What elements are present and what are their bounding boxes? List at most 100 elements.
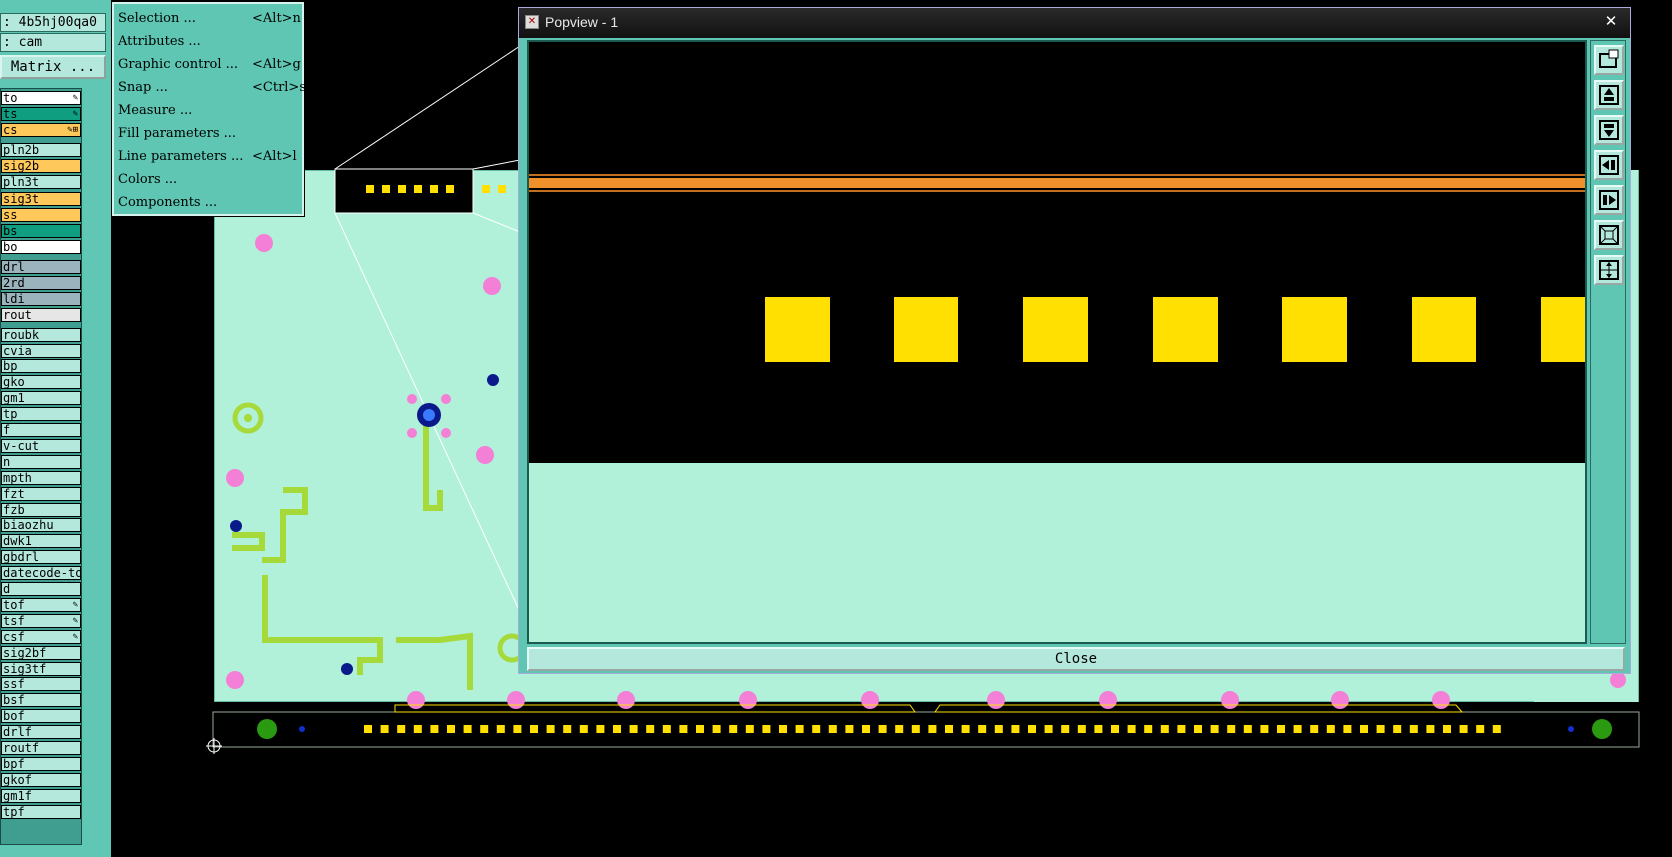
zoomed-board-area	[529, 463, 1585, 642]
edge-pad	[1426, 725, 1435, 733]
edge-pad	[712, 725, 721, 733]
menu-item-snap[interactable]: Snap ... <Ctrl>s	[118, 77, 306, 99]
popview-canvas[interactable]	[527, 40, 1587, 644]
edge-pad	[1044, 725, 1053, 733]
menu-item-selection[interactable]: Selection ... <Alt>n	[118, 8, 301, 30]
menu-item-line-parameters[interactable]: Line parameters ... <Alt>l	[118, 146, 300, 168]
edge-pad	[1443, 725, 1451, 733]
edge-pad	[447, 725, 455, 733]
menu-item-measure[interactable]: Measure ...	[118, 100, 300, 122]
edge-hole-right	[1592, 719, 1612, 739]
edge-pad	[895, 725, 904, 733]
edge-pad	[696, 725, 704, 733]
edge-pad	[1127, 725, 1136, 733]
edge-pad	[1459, 725, 1468, 733]
edge-pad	[413, 725, 422, 733]
popview-window: ✕ Popview - 1 ✕ Close	[518, 7, 1631, 674]
edge-pad	[1094, 725, 1103, 733]
edge-pad	[1492, 725, 1501, 733]
edge-pad	[1393, 725, 1402, 733]
edge-pad	[1343, 725, 1352, 733]
edge-pad	[1144, 725, 1153, 733]
menu-item-attributes[interactable]: Attributes ...	[118, 31, 300, 53]
edge-pad	[1077, 725, 1086, 733]
edge-pad	[397, 725, 406, 733]
edge-pad	[1476, 725, 1485, 733]
edge-pad	[1293, 725, 1302, 733]
zoom-fit-icon[interactable]	[1594, 220, 1624, 250]
zoomed-graphics	[529, 42, 1585, 642]
close-window-icon[interactable]: ✕	[1597, 11, 1625, 31]
zoom-line-mid2	[472, 212, 521, 233]
edge-pad	[828, 725, 837, 733]
window-app-icon: ✕	[525, 15, 539, 29]
edge-pad	[646, 725, 655, 733]
menu-item-fill-parameters[interactable]: Fill parameters ...	[118, 123, 300, 145]
edge-pad	[745, 725, 754, 733]
popview-toolbar	[1590, 40, 1626, 644]
zoom-line-top	[334, 45, 521, 170]
edge-pad	[380, 725, 389, 733]
edge-pad	[496, 725, 505, 733]
popview-title: Popview - 1	[545, 14, 619, 30]
edge-pad	[1376, 725, 1385, 733]
edge-pad	[1360, 725, 1368, 733]
edge-pad	[546, 725, 555, 733]
edge-pad	[1194, 725, 1202, 733]
edge-pad	[978, 725, 987, 733]
edge-pad	[1177, 725, 1186, 733]
zoom-line-mid	[472, 159, 521, 170]
edge-pad	[530, 725, 538, 733]
edge-pad	[1160, 725, 1169, 733]
edge-pad	[596, 725, 605, 733]
edge-pad	[563, 725, 572, 733]
edge-pad	[613, 725, 621, 733]
edge-pad	[1243, 725, 1252, 733]
edge-pad	[1326, 725, 1335, 733]
edge-pad	[945, 725, 953, 733]
source-pads	[366, 185, 506, 193]
edge-pad	[795, 725, 804, 733]
orange-trace	[529, 178, 1585, 188]
pan-left-icon[interactable]	[1594, 150, 1624, 180]
options-menu: Selection ... <Alt>n Attributes ... Graph…	[112, 2, 306, 216]
edge-pad	[679, 725, 688, 733]
pan-right-icon[interactable]	[1594, 185, 1624, 215]
edge-pad	[1061, 725, 1070, 733]
edge-pad	[662, 725, 671, 733]
edge-pad	[463, 725, 472, 733]
edge-pad	[779, 725, 787, 733]
edge-pad	[878, 725, 887, 733]
edge-pad	[911, 725, 920, 733]
edge-pad	[994, 725, 1003, 733]
edge-pad	[579, 725, 588, 733]
edge-pad	[845, 725, 854, 733]
menu-item-colors[interactable]: Colors ...	[118, 169, 300, 191]
copper-traces	[232, 420, 473, 690]
bottom-via-row	[407, 672, 1626, 709]
edge-pad	[961, 725, 970, 733]
edge-hole-left	[257, 719, 277, 739]
pan-down-icon[interactable]	[1594, 115, 1624, 145]
close-button[interactable]: Close	[527, 647, 1625, 671]
edge-pad	[1227, 725, 1236, 733]
edge-pad	[729, 725, 738, 733]
popview-titlebar[interactable]: ✕ Popview - 1 ✕	[519, 8, 1630, 38]
pan-up-icon[interactable]	[1594, 80, 1624, 110]
edge-pad	[1277, 725, 1285, 733]
zoom-home-icon[interactable]	[1594, 255, 1624, 285]
menu-item-graphic-control[interactable]: Graphic control ... <Alt>g	[118, 54, 301, 76]
edge-strip	[212, 711, 1640, 748]
edge-pad	[1409, 725, 1418, 733]
edge-pad	[1260, 725, 1269, 733]
edge-pad	[1028, 725, 1036, 733]
edge-connector-pads	[364, 725, 1501, 733]
blue-via-small	[487, 374, 499, 386]
zoom-window-icon[interactable]	[1594, 45, 1624, 75]
edge-pad	[513, 725, 522, 733]
edge-pad	[762, 725, 771, 733]
edge-pad	[1210, 725, 1219, 733]
menu-item-components[interactable]: Components ...	[118, 192, 300, 214]
edge-pad	[928, 725, 937, 733]
edge-pad	[480, 725, 489, 733]
